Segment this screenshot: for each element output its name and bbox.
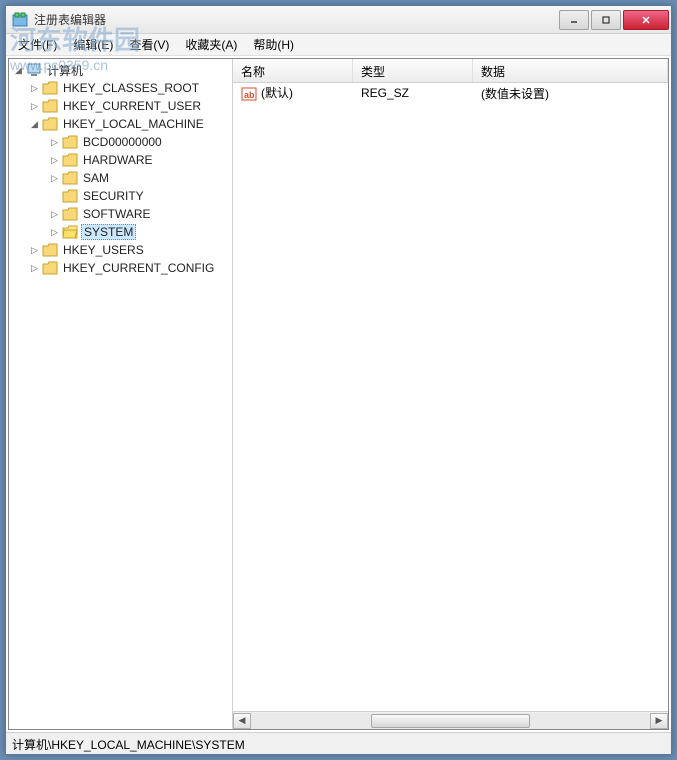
tree-item-hkcc[interactable]: ▷ HKEY_CURRENT_CONFIG	[9, 259, 232, 277]
menu-help[interactable]: 帮助(H)	[245, 34, 302, 55]
value-type: REG_SZ	[353, 86, 473, 100]
tree-label: HKEY_CURRENT_CONFIG	[61, 261, 216, 275]
maximize-button[interactable]	[591, 10, 621, 30]
tree-label: SOFTWARE	[81, 207, 153, 221]
menu-favorites[interactable]: 收藏夹(A)	[177, 34, 245, 55]
folder-icon	[42, 99, 58, 113]
tree-label: HKEY_LOCAL_MACHINE	[61, 117, 206, 131]
tree-item-bcd[interactable]: ▷ BCD00000000	[9, 133, 232, 151]
folder-icon	[42, 243, 58, 257]
regedit-icon	[12, 12, 28, 28]
column-header-name[interactable]: 名称	[233, 59, 353, 82]
string-value-icon: ab	[241, 86, 257, 102]
tree-root-computer[interactable]: ◢ 计算机	[9, 61, 232, 79]
expand-icon[interactable]: ▷	[29, 101, 40, 112]
tree-item-system[interactable]: ▷ SYSTEM	[9, 223, 232, 241]
tree-label: BCD00000000	[81, 135, 164, 149]
tree-pane[interactable]: ◢ 计算机 ▷ HKEY_CLASSES_ROOT ▷ HKEY_CURRENT…	[9, 59, 233, 729]
status-path: 计算机\HKEY_LOCAL_MACHINE\SYSTEM	[12, 738, 245, 752]
tree-label: SYSTEM	[81, 224, 136, 240]
value-data: (数值未设置)	[473, 85, 668, 102]
folder-open-icon	[42, 117, 58, 131]
tree-label: HKEY_USERS	[61, 243, 146, 257]
tree-label: SAM	[81, 171, 111, 185]
folder-open-icon	[62, 225, 78, 239]
folder-icon	[62, 135, 78, 149]
list-body[interactable]: ab (默认) REG_SZ (数值未设置)	[233, 83, 668, 711]
tree-label: HKEY_CURRENT_USER	[61, 99, 203, 113]
values-pane: 名称 类型 数据 ab (默认) REG_SZ (数值未设置) ◀ ▶	[233, 59, 668, 729]
collapse-icon[interactable]: ◢	[13, 65, 24, 76]
folder-icon	[62, 189, 78, 203]
scroll-thumb[interactable]	[371, 714, 531, 728]
tree-item-hkcr[interactable]: ▷ HKEY_CLASSES_ROOT	[9, 79, 232, 97]
folder-icon	[42, 81, 58, 95]
expand-icon[interactable]: ▷	[29, 245, 40, 256]
column-header-type[interactable]: 类型	[353, 59, 473, 82]
value-name: (默认)	[261, 86, 293, 100]
title-bar[interactable]: 注册表编辑器	[6, 6, 671, 34]
computer-icon	[26, 62, 42, 78]
scroll-track[interactable]	[251, 713, 650, 729]
expand-icon[interactable]: ▷	[49, 173, 60, 184]
folder-icon	[62, 207, 78, 221]
tree-item-hardware[interactable]: ▷ HARDWARE	[9, 151, 232, 169]
expand-icon[interactable]: ▷	[49, 209, 60, 220]
content-area: ◢ 计算机 ▷ HKEY_CLASSES_ROOT ▷ HKEY_CURRENT…	[8, 58, 669, 730]
collapse-icon[interactable]: ◢	[29, 119, 40, 130]
menu-edit[interactable]: 编辑(E)	[65, 34, 121, 55]
scroll-right-button[interactable]: ▶	[650, 713, 668, 729]
tree-item-hku[interactable]: ▷ HKEY_USERS	[9, 241, 232, 259]
tree-label: 计算机	[45, 62, 85, 79]
column-header-data[interactable]: 数据	[473, 59, 668, 82]
horizontal-scrollbar[interactable]: ◀ ▶	[233, 711, 668, 729]
tree-item-hklm[interactable]: ◢ HKEY_LOCAL_MACHINE	[9, 115, 232, 133]
expand-icon[interactable]: ▷	[49, 137, 60, 148]
expand-icon[interactable]: ▷	[49, 227, 60, 238]
list-row[interactable]: ab (默认) REG_SZ (数值未设置)	[233, 83, 668, 103]
svg-text:ab: ab	[244, 90, 255, 100]
tree-label: HKEY_CLASSES_ROOT	[61, 81, 201, 95]
close-button[interactable]	[623, 10, 669, 30]
tree-item-sam[interactable]: ▷ SAM	[9, 169, 232, 187]
folder-icon	[62, 171, 78, 185]
scroll-left-button[interactable]: ◀	[233, 713, 251, 729]
tree-label: HARDWARE	[81, 153, 155, 167]
list-header: 名称 类型 数据	[233, 59, 668, 83]
expand-icon[interactable]: ▷	[29, 263, 40, 274]
menu-view[interactable]: 查看(V)	[121, 34, 177, 55]
minimize-button[interactable]	[559, 10, 589, 30]
tree-item-hkcu[interactable]: ▷ HKEY_CURRENT_USER	[9, 97, 232, 115]
tree-label: SECURITY	[81, 189, 146, 203]
no-expand-icon	[49, 191, 60, 202]
menu-bar: 文件(F) 编辑(E) 查看(V) 收藏夹(A) 帮助(H)	[6, 34, 671, 56]
tree-item-security[interactable]: SECURITY	[9, 187, 232, 205]
window-title: 注册表编辑器	[34, 11, 557, 28]
status-bar: 计算机\HKEY_LOCAL_MACHINE\SYSTEM	[6, 732, 671, 754]
expand-icon[interactable]: ▷	[49, 155, 60, 166]
menu-file[interactable]: 文件(F)	[10, 34, 65, 55]
tree-item-software[interactable]: ▷ SOFTWARE	[9, 205, 232, 223]
folder-icon	[62, 153, 78, 167]
expand-icon[interactable]: ▷	[29, 83, 40, 94]
registry-editor-window: 注册表编辑器 文件(F) 编辑(E) 查看(V) 收藏夹(A) 帮助(H) ◢ …	[5, 5, 672, 755]
folder-icon	[42, 261, 58, 275]
